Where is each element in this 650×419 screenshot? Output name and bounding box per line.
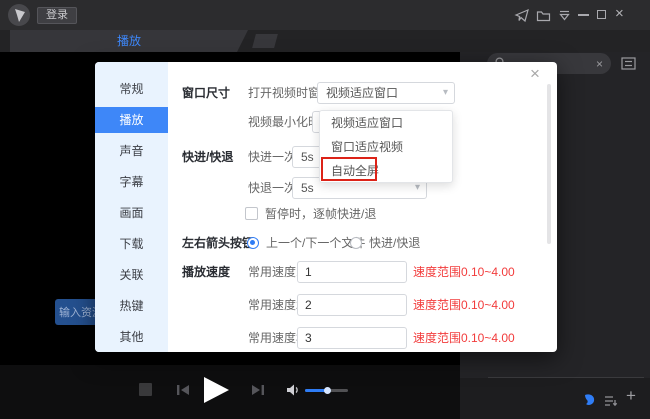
speed1-label: 常用速度1 bbox=[248, 261, 303, 283]
seek-radio-label: 快进/快退 bbox=[369, 232, 420, 254]
speed2-input[interactable] bbox=[297, 294, 407, 316]
sidebar-item-subtitle[interactable]: 字幕 bbox=[95, 169, 168, 195]
frame-step-checkbox[interactable] bbox=[245, 207, 258, 220]
clear-search-icon[interactable]: × bbox=[596, 58, 603, 70]
section-seek: 快进/快退 bbox=[182, 146, 233, 168]
chevron-down-icon: ▾ bbox=[443, 83, 448, 103]
speed1-range-hint: 速度范围0.10~4.00 bbox=[413, 261, 515, 283]
speed2-label: 常用速度2 bbox=[248, 294, 303, 316]
cast-icon[interactable] bbox=[514, 8, 530, 23]
speed3-input[interactable] bbox=[297, 327, 407, 349]
dialog-scrollbar[interactable] bbox=[547, 84, 551, 244]
maximize-button[interactable] bbox=[597, 10, 606, 19]
new-tab-button[interactable] bbox=[252, 34, 278, 48]
volume-slider-thumb[interactable] bbox=[324, 387, 331, 394]
sidebar-item-other[interactable]: 其他 bbox=[95, 324, 168, 350]
forward-once-label: 快进一次 bbox=[248, 146, 296, 168]
sidebar-item-sound[interactable]: 声音 bbox=[95, 138, 168, 164]
main-menu-icon[interactable] bbox=[557, 8, 573, 23]
sidebar-item-picture[interactable]: 画面 bbox=[95, 200, 168, 226]
playlist-view-icon[interactable] bbox=[621, 56, 637, 71]
frame-step-label: 暂停时，逐帧快进/退 bbox=[265, 203, 376, 225]
rewind-once-label: 快退一次 bbox=[248, 177, 296, 199]
settings-sidebar: 常规 播放 声音 字幕 画面 下载 关联 热键 其他 bbox=[95, 62, 168, 352]
open-video-window-select[interactable]: 视频适应窗口 ▾ bbox=[317, 82, 455, 104]
highlight-annotation-box bbox=[321, 157, 377, 181]
dropdown-option-fit-video[interactable]: 窗口适应视频 bbox=[320, 135, 452, 159]
sidebar-item-playback[interactable]: 播放 bbox=[95, 107, 168, 133]
dropdown-option-fit-window[interactable]: 视频适应窗口 bbox=[320, 111, 452, 135]
add-to-playlist-icon[interactable]: + bbox=[626, 387, 636, 404]
tab-playing[interactable]: 播放 bbox=[10, 30, 248, 52]
thunder-bird-icon[interactable] bbox=[582, 393, 596, 407]
previous-button[interactable] bbox=[176, 384, 190, 396]
app-logo-icon[interactable] bbox=[8, 4, 30, 26]
player-controls bbox=[0, 365, 460, 419]
sidebar-item-download[interactable]: 下载 bbox=[95, 231, 168, 257]
tab-bar: 播放 bbox=[0, 30, 650, 52]
titlebar: 登录 × bbox=[0, 0, 650, 30]
speed2-range-hint: 速度范围0.10~4.00 bbox=[413, 294, 515, 316]
section-window-size: 窗口尺寸 bbox=[182, 82, 230, 104]
play-button[interactable] bbox=[204, 377, 229, 403]
sidebar-item-hotkeys[interactable]: 热键 bbox=[95, 293, 168, 319]
close-window-button[interactable]: × bbox=[615, 5, 624, 23]
minimize-button[interactable] bbox=[578, 14, 589, 16]
tab-label: 播放 bbox=[117, 34, 141, 48]
panel-footer: + bbox=[460, 378, 650, 419]
login-button[interactable]: 登录 bbox=[37, 7, 77, 24]
prev-next-file-radio[interactable] bbox=[247, 237, 259, 249]
sidebar-item-general[interactable]: 常规 bbox=[95, 76, 168, 102]
video-minimized-label: 视频最小化时 bbox=[248, 111, 320, 133]
speed3-range-hint: 速度范围0.10~4.00 bbox=[413, 327, 515, 349]
settings-dialog: × 常规 播放 声音 字幕 画面 下载 关联 热键 其他 窗口尺寸 打开视频时窗… bbox=[95, 62, 557, 352]
app-window: 登录 × 播放 输入资源 × bbox=[0, 0, 650, 419]
seek-radio[interactable] bbox=[350, 237, 362, 249]
speed1-input[interactable] bbox=[297, 261, 407, 283]
open-folder-icon[interactable] bbox=[536, 8, 552, 23]
volume-icon[interactable] bbox=[286, 383, 300, 397]
section-playback-speed: 播放速度 bbox=[182, 261, 230, 283]
sidebar-item-association[interactable]: 关联 bbox=[95, 262, 168, 288]
close-dialog-icon[interactable]: × bbox=[530, 64, 540, 84]
speed3-label: 常用速度3 bbox=[248, 327, 303, 349]
section-arrow-buttons: 左右箭头按钮 bbox=[182, 232, 254, 254]
next-button[interactable] bbox=[251, 384, 265, 396]
stop-button[interactable] bbox=[139, 383, 152, 396]
playlist-order-icon[interactable] bbox=[604, 395, 618, 407]
dropdown-menu: 视频适应窗口 窗口适应视频 自动全屏 bbox=[319, 110, 453, 183]
